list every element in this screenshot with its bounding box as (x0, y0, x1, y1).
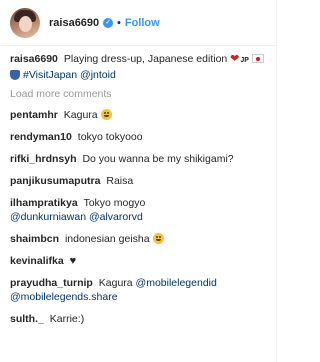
grin-emoji-icon (100, 109, 112, 120)
comment-text: Kagura (63, 109, 98, 121)
load-more-comments-button[interactable]: Load more comments (10, 88, 266, 100)
comment-username[interactable]: panjikusumaputra (10, 175, 100, 187)
comment-text: Kagura (98, 277, 133, 289)
comment-text: Tokyo mogyo (83, 197, 146, 209)
comment-mentions[interactable]: @dunkurniawan @alvarorvd (10, 211, 143, 223)
header-separator: • (117, 16, 121, 29)
verified-badge-icon: ✓ (103, 17, 114, 28)
comment-username[interactable]: pentamhr (10, 109, 58, 121)
post-header: raisa6690 ✓ • Follow (0, 0, 276, 46)
comment-item: prayudha_turnip Kagura @mobilelegendid @… (10, 276, 266, 304)
comment-text: Do you wanna be my shikigami? (82, 153, 234, 165)
comment-item: rifki_hrdnsyh Do you wanna be my shikiga… (10, 152, 266, 166)
follow-button[interactable]: Follow (125, 17, 160, 29)
avatar[interactable] (10, 7, 40, 38)
caption-username[interactable]: raisa6690 (10, 53, 58, 65)
post-caption: raisa6690 Playing dress-up, Japanese edi… (10, 52, 266, 82)
comment-text: tokyo tokyooo (77, 131, 143, 143)
comment-item: rendyman10 tokyo tokyooo (10, 130, 266, 144)
comment-username[interactable]: rendyman10 (10, 131, 72, 143)
comment-text: Raisa (106, 175, 134, 187)
comment-username[interactable]: kevinalifka (10, 255, 64, 267)
caption-text: Playing dress-up, Japanese edition (63, 53, 228, 65)
comment-item: ilhampratikya Tokyo mogyo @dunkurniawan … (10, 196, 266, 224)
caption-hashtag[interactable]: #VisitJapan (23, 69, 77, 81)
flag-code: JP (240, 57, 249, 64)
mask-icon (10, 70, 20, 80)
comment-username[interactable]: rifki_hrdnsyh (10, 153, 77, 165)
comment-item: kevinalifka ♥ (10, 254, 266, 268)
smile-emoji-icon (152, 233, 164, 244)
comment-username[interactable]: ilhampratikya (10, 197, 78, 209)
caption-mention[interactable]: @jntoid (80, 69, 116, 81)
header-username[interactable]: raisa6690 (49, 17, 99, 29)
comment-item: pentamhr Kagura (10, 108, 266, 122)
comment-username[interactable]: prayudha_turnip (10, 277, 93, 289)
comments-section: raisa6690 Playing dress-up, Japanese edi… (0, 46, 276, 326)
comment-username[interactable]: shaimbcn (10, 233, 59, 245)
red-heart-icon: ❤ (230, 53, 240, 65)
comment-text: indonesian geisha (64, 233, 150, 245)
comment-item: panjikusumaputra Raisa (10, 174, 266, 188)
avatar-face (19, 15, 32, 32)
comment-item: shaimbcn indonesian geisha (10, 232, 266, 246)
comment-text: Karrie:) (49, 313, 85, 325)
comment-username[interactable]: sulth._ (10, 313, 44, 325)
heart-icon: ♥ (69, 255, 77, 267)
instagram-post-panel: raisa6690 ✓ • Follow raisa6690 Playing d… (0, 0, 277, 362)
japan-flag-icon (251, 54, 264, 63)
comment-item: sulth._ Karrie:) (10, 312, 266, 326)
